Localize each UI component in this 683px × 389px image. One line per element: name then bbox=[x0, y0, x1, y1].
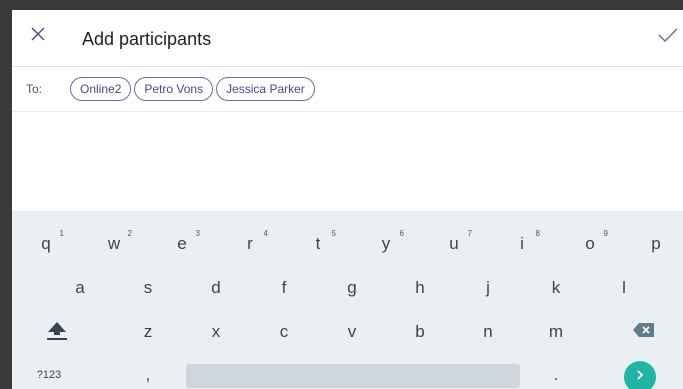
key-label: y bbox=[381, 234, 391, 253]
key-label: v bbox=[347, 322, 357, 341]
key-o[interactable]: 9 o bbox=[566, 227, 614, 261]
to-label: To: bbox=[26, 82, 43, 96]
on-screen-keyboard: 1 q 2 w 3 e 4 r 5 t 6 y 7 u 8 i 9 o p a … bbox=[12, 211, 683, 389]
enter-button[interactable] bbox=[624, 361, 656, 389]
key-label: f bbox=[281, 278, 287, 297]
key-g[interactable]: g bbox=[330, 271, 374, 305]
page-title: Add participants bbox=[82, 29, 212, 49]
chevron-right-icon bbox=[634, 368, 646, 386]
backspace-icon bbox=[633, 322, 655, 343]
confirm-button[interactable] bbox=[655, 24, 681, 50]
key-c[interactable]: c bbox=[262, 315, 306, 349]
key-hint: 7 bbox=[467, 229, 472, 238]
key-i[interactable]: 8 i bbox=[498, 227, 546, 261]
key-hint: 9 bbox=[603, 229, 608, 238]
key-f[interactable]: f bbox=[262, 271, 306, 305]
close-button[interactable] bbox=[26, 24, 50, 48]
key-w[interactable]: 2 w bbox=[90, 227, 138, 261]
key-m[interactable]: m bbox=[534, 315, 578, 349]
key-p[interactable]: p bbox=[632, 227, 680, 261]
key-label: , bbox=[145, 365, 151, 384]
backspace-key[interactable] bbox=[624, 317, 664, 347]
key-hint: 8 bbox=[535, 229, 540, 238]
key-label: x bbox=[211, 322, 221, 341]
key-v[interactable]: v bbox=[330, 315, 374, 349]
recipient-chip[interactable]: Online2 bbox=[70, 77, 132, 101]
key-r[interactable]: 4 r bbox=[226, 227, 274, 261]
key-label: p bbox=[651, 234, 661, 253]
recipient-chips: Online2 Petro Vons Jessica Parker bbox=[70, 77, 318, 101]
symbols-key[interactable]: ?123 bbox=[26, 361, 72, 389]
key-q[interactable]: 1 q bbox=[22, 227, 70, 261]
key-label: e bbox=[177, 234, 187, 253]
key-label: u bbox=[449, 234, 459, 253]
key-h[interactable]: h bbox=[398, 271, 442, 305]
key-e[interactable]: 3 e bbox=[158, 227, 206, 261]
key-l[interactable]: l bbox=[602, 271, 646, 305]
key-label: i bbox=[520, 234, 524, 253]
key-label: z bbox=[143, 322, 153, 341]
recipient-chip[interactable]: Jessica Parker bbox=[216, 77, 315, 101]
key-label: a bbox=[75, 278, 85, 297]
key-z[interactable]: z bbox=[126, 315, 170, 349]
key-hint: 2 bbox=[127, 229, 132, 238]
key-label: n bbox=[483, 322, 493, 341]
recipients-row: To: Online2 Petro Vons Jessica Parker bbox=[12, 67, 683, 112]
key-label: j bbox=[486, 278, 490, 297]
app-bar: Add participants bbox=[12, 10, 683, 67]
key-s[interactable]: s bbox=[126, 271, 170, 305]
key-label: b bbox=[415, 322, 425, 341]
space-bar[interactable] bbox=[186, 364, 520, 388]
add-participants-screen: Add participants To: Online2 Petro Vons … bbox=[12, 10, 683, 389]
key-hint: 5 bbox=[331, 229, 336, 238]
key-label: k bbox=[551, 278, 561, 297]
key-label: o bbox=[585, 234, 595, 253]
recipient-chip[interactable]: Petro Vons bbox=[134, 77, 214, 101]
key-label: q bbox=[41, 234, 51, 253]
key-d[interactable]: d bbox=[194, 271, 238, 305]
key-label: l bbox=[622, 278, 626, 297]
key-n[interactable]: n bbox=[466, 315, 510, 349]
key-u[interactable]: 7 u bbox=[430, 227, 478, 261]
key-hint: 6 bbox=[399, 229, 404, 238]
key-label: d bbox=[211, 278, 221, 297]
key-label: t bbox=[315, 234, 321, 253]
key-j[interactable]: j bbox=[466, 271, 510, 305]
key-hint: 4 bbox=[263, 229, 268, 238]
key-a[interactable]: a bbox=[58, 271, 102, 305]
key-label: w bbox=[107, 234, 121, 253]
comma-key[interactable]: , bbox=[126, 361, 170, 389]
key-label: c bbox=[279, 322, 289, 341]
key-hint: 1 bbox=[59, 229, 64, 238]
key-k[interactable]: k bbox=[534, 271, 578, 305]
key-label: s bbox=[143, 278, 153, 297]
close-icon bbox=[30, 26, 46, 47]
key-label: . bbox=[553, 365, 559, 384]
key-label: m bbox=[548, 322, 564, 341]
key-b[interactable]: b bbox=[398, 315, 442, 349]
key-label: ?123 bbox=[36, 369, 62, 381]
key-hint: 3 bbox=[195, 229, 200, 238]
period-key[interactable]: . bbox=[534, 361, 578, 389]
key-label: h bbox=[415, 278, 425, 297]
shift-icon bbox=[46, 321, 68, 346]
check-icon bbox=[657, 27, 679, 48]
key-t[interactable]: 5 t bbox=[294, 227, 342, 261]
key-label: g bbox=[347, 278, 357, 297]
key-y[interactable]: 6 y bbox=[362, 227, 410, 261]
key-label: r bbox=[247, 234, 253, 253]
key-x[interactable]: x bbox=[194, 315, 238, 349]
shift-key[interactable] bbox=[32, 315, 82, 351]
